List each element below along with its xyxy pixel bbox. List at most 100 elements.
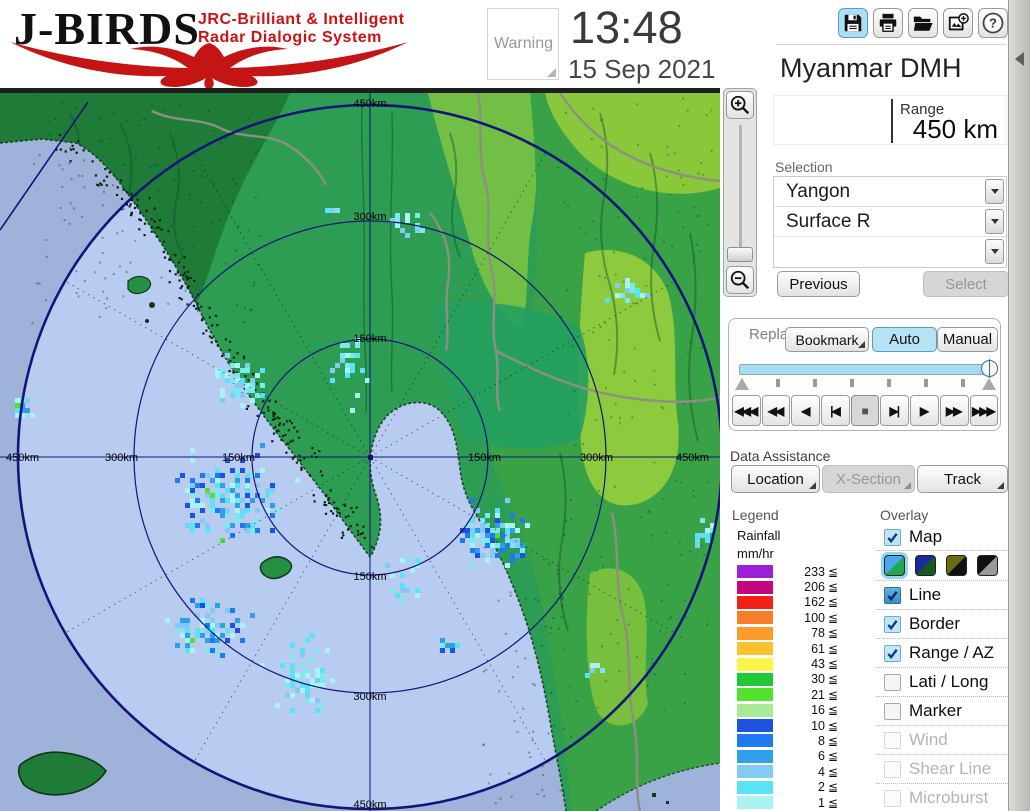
data-assistance-label: Data Assistance [730,448,830,464]
corner-triangle-icon [858,341,865,348]
legend-suffix: ≦ [828,580,838,594]
legend-color-swatch [737,781,773,794]
legend-value: 10 [773,719,825,733]
print-button[interactable] [873,8,903,38]
resize-handle-icon[interactable] [547,68,556,77]
terrain-se-ridge [587,568,648,725]
ring-distance-label: 300km [353,211,386,223]
select-button[interactable]: Select [923,271,1009,297]
overlay-row-marker: Marker [876,696,1008,725]
bookmark-button[interactable]: Bookmark [785,327,869,352]
overlay-options: MapLineBorderRange / AZLati / LongMarker… [876,524,1008,811]
legend-value: 8 [773,734,825,748]
legend-color-swatch [737,796,773,809]
checkmark-icon [886,647,899,660]
legend-suffix: ≦ [828,703,838,717]
step-forward-button[interactable]: ▶| [880,395,909,426]
zoom-slider-track[interactable] [739,125,742,261]
zoom-slider-handle[interactable] [727,247,753,262]
location-button[interactable]: Location [731,465,820,493]
checkbox-shear-line [884,761,901,778]
ring-distance-label: 300km [105,452,138,464]
manual-mode-button[interactable]: Manual [937,327,998,352]
map-style-terrain-blue-green[interactable] [884,555,905,576]
legend-row: 16≦ [737,703,855,718]
svg-text:?: ? [989,16,997,31]
legend-value: 2 [773,780,825,794]
play-button[interactable]: ▶ [910,395,939,426]
legend-row: 6≦ [737,749,855,764]
selection-dropdowns: Yangon Surface R [773,176,1007,268]
checkbox-microburst [884,790,901,807]
extra-dropdown[interactable] [774,237,1006,267]
warning-panel[interactable]: Warning [487,8,559,80]
checkbox-map[interactable] [884,529,901,546]
jump-end-button[interactable]: ▶▶▶ [970,395,999,426]
checkbox-lati-long[interactable] [884,674,901,691]
product-dropdown-button[interactable] [985,209,1004,234]
legend-suffix: ≦ [828,657,838,671]
track-label: Track [944,471,981,488]
fast-forward-button[interactable]: ▶▶ [940,395,969,426]
stop-button[interactable]: ■ [851,395,880,426]
magnifier-plus-icon [729,94,751,116]
legend-unit-line1: Rainfall [737,528,780,543]
legend-color-swatch [737,673,773,686]
playback-controls: ◀◀◀◀◀◀|◀■▶|▶▶▶▶▶▶ [732,395,1000,426]
add-image-button[interactable] [943,8,973,38]
rewind-button[interactable]: ◀ [791,395,820,426]
checkbox-marker[interactable] [884,703,901,720]
replay-timeline-track[interactable] [739,364,995,375]
site-dropdown-button[interactable] [985,179,1004,204]
legend-value: 206 [773,580,825,594]
legend-row: 2≦ [737,779,855,794]
help-button[interactable]: ? [978,8,1008,38]
previous-button[interactable]: Previous [777,271,860,297]
overlay-row-microburst: Microburst [876,783,1008,811]
step-back-button[interactable]: |◀ [821,395,850,426]
overlay-item-label: Shear Line [909,759,991,779]
range-display: Range 450 km [773,95,1007,145]
map-style-terrain-olive-black[interactable] [946,555,967,576]
legend-color-swatch [737,704,773,717]
checkbox-range-az[interactable] [884,645,901,662]
legend-label: Legend [732,507,779,523]
range-value: 450 km [913,114,998,145]
replay-timeline-handle[interactable] [981,360,998,377]
legend-value: 162 [773,595,825,609]
map-style-terrain-navy-green[interactable] [915,555,936,576]
legend-row: 21≦ [737,687,855,702]
checkbox-line[interactable] [884,587,901,604]
ring-distance-label: 450km [353,98,386,110]
x-section-button[interactable]: X-Section [822,465,915,493]
zoom-in-button[interactable] [726,91,754,119]
legend-scale: 233≦206≦162≦100≦78≦61≦43≦30≦21≦16≦10≦8≦6… [737,564,855,810]
legend-suffix: ≦ [828,719,838,733]
magnifier-minus-icon [729,269,751,291]
logo-subtitle-line1: JRC-Brilliant & Intelligent [198,11,404,29]
timeline-end-marker[interactable] [982,378,996,390]
legend-color-swatch [737,688,773,701]
zoom-out-button[interactable] [726,266,754,294]
range-divider [891,99,893,143]
fast-rewind-button[interactable]: ◀◀ [762,395,791,426]
legend-row: 78≦ [737,626,855,641]
extra-dropdown-button[interactable] [985,239,1004,264]
radar-map[interactable]: 450km300km150km450km300km150km150km300km… [0,93,720,811]
site-dropdown[interactable]: Yangon [774,177,1006,207]
save-button[interactable] [838,8,868,38]
panel-collapse-strip[interactable] [1008,0,1030,811]
map-style-terrain-black-gray[interactable] [977,555,998,576]
legend-row: 162≦ [737,595,855,610]
legend-suffix: ≦ [828,595,838,609]
station-name: Myanmar DMH [780,53,962,84]
timeline-start-marker[interactable] [735,378,749,390]
auto-mode-button[interactable]: Auto [872,327,937,352]
jump-start-button[interactable]: ◀◀◀ [732,395,761,426]
checkbox-border[interactable] [884,616,901,633]
track-button[interactable]: Track [917,465,1008,493]
warning-label: Warning [494,35,553,53]
open-folder-button[interactable] [908,8,938,38]
product-dropdown[interactable]: Surface R [774,207,1006,237]
jbirds-app: J-BIRDS JRC-Brilliant & Intelligent Rada… [0,0,1030,811]
